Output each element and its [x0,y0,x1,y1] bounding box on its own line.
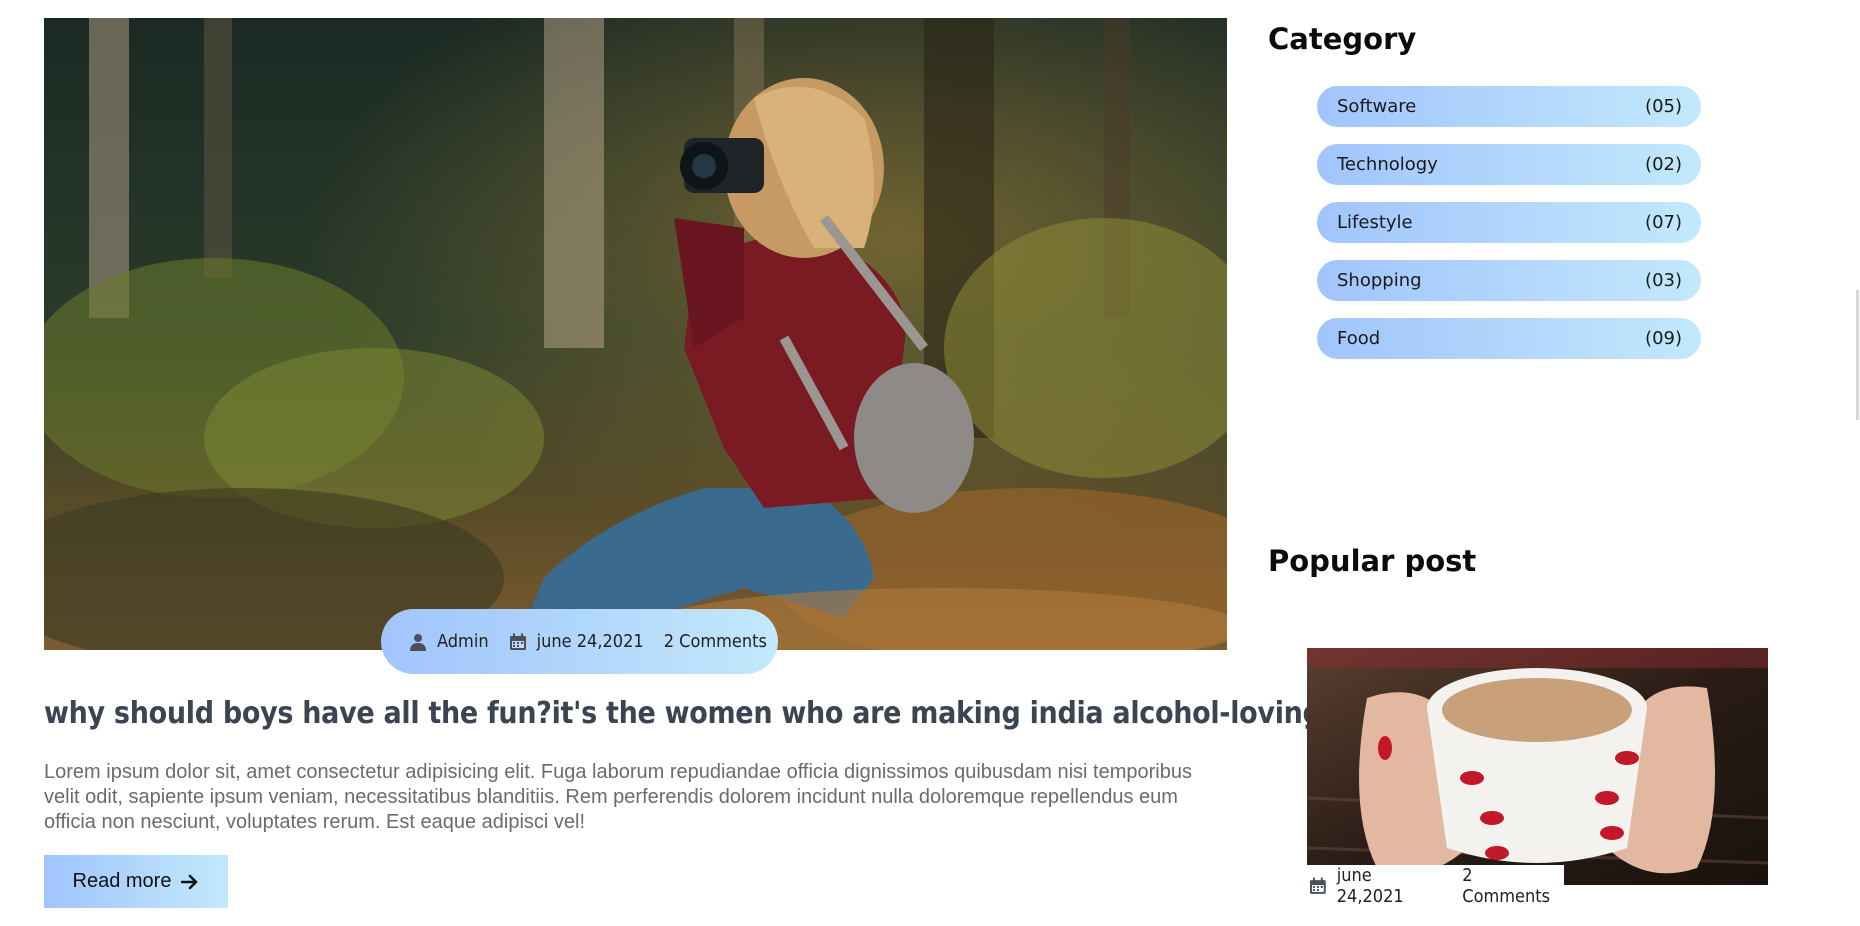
category-list: Software (05) Technology (02) Lifestyle … [1317,86,1701,376]
post-date-text: june 24,2021 [536,631,644,652]
calendar-icon [1309,877,1326,894]
category-item-technology[interactable]: Technology (02) [1317,144,1701,185]
user-icon [410,633,426,651]
category-item-lifestyle[interactable]: Lifestyle (07) [1317,202,1701,243]
popular-post-image[interactable] [1307,648,1768,885]
scrollbar[interactable] [1856,290,1859,420]
post-date: june 24,2021 [509,631,644,652]
post-meta-bar: Admin june 24,2021 2 Comments [381,609,778,674]
category-count: (09) [1645,328,1682,349]
popular-post-widget-title: Popular post [1268,544,1477,578]
category-name: Technology [1337,154,1438,175]
popular-post-meta: june 24,2021 2 Comments [1307,865,1564,907]
popular-post-comments[interactable]: 2 Comments [1462,865,1564,907]
category-name: Food [1337,328,1381,349]
category-count: (07) [1645,212,1682,233]
category-count: (02) [1645,154,1682,175]
post-author[interactable]: Admin [409,631,489,652]
calendar-icon [509,633,526,650]
read-more-label: Read more [72,870,172,892]
category-item-software[interactable]: Software (05) [1317,86,1701,127]
category-widget-title: Category [1268,22,1417,56]
category-name: Lifestyle [1337,212,1413,233]
read-more-button[interactable]: Read more [44,855,228,908]
category-item-food[interactable]: Food (09) [1317,318,1701,359]
category-count: (05) [1645,96,1682,117]
category-count: (03) [1645,270,1682,291]
post-title[interactable]: why should boys have all the fun?it's th… [44,696,1447,731]
arrow-right-icon [181,874,198,889]
popular-post-date: june 24,2021 [1336,865,1404,907]
forest-photo [44,18,1227,650]
post-author-name: Admin [437,631,489,652]
post-comments-text: 2 Comments [663,631,767,652]
category-name: Software [1337,96,1417,117]
post-comments-link[interactable]: 2 Comments [664,631,767,652]
post-excerpt: Lorem ipsum dolor sit, amet consectetur … [44,761,1192,833]
post-featured-image[interactable] [44,18,1227,650]
category-item-shopping[interactable]: Shopping (03) [1317,260,1701,301]
category-name: Shopping [1337,270,1422,291]
coffee-photo [1307,648,1768,885]
